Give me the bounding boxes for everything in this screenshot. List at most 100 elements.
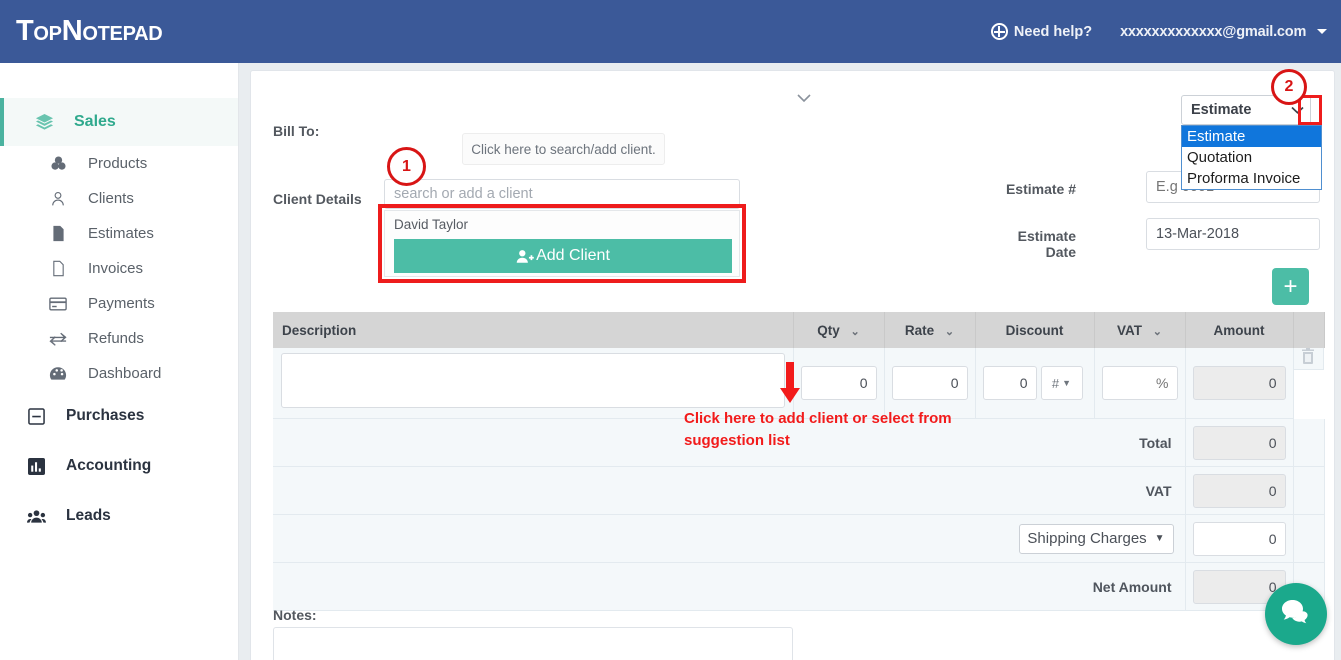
shipping-charges-label: Shipping Charges [1027, 530, 1147, 547]
cell-total-value [1185, 418, 1294, 467]
bill-to-label: Bill To: [273, 123, 320, 139]
estimate-date-input[interactable] [1146, 218, 1320, 250]
discount-input[interactable] [982, 366, 1037, 400]
document-type-options-list[interactable]: Estimate Quotation Proforma Invoice [1181, 125, 1322, 190]
sidebar-item-label: Clients [88, 190, 134, 207]
file-filled-icon [44, 225, 72, 242]
sidebar-item-dashboard[interactable]: Dashboard [0, 356, 238, 391]
discount-type-select[interactable]: # ▼ [1040, 366, 1083, 400]
sidebar-item-payments[interactable]: Payments [0, 286, 238, 321]
sidebar-item-label: Invoices [88, 260, 144, 277]
sidebar-item-estimates[interactable]: Estimates [0, 216, 238, 251]
column-header-vat[interactable]: VAT ⌄ [1094, 312, 1186, 348]
notes-label: Notes: [273, 607, 317, 623]
sidebar-item-leads[interactable]: Leads [0, 491, 238, 541]
file-icon [44, 260, 72, 277]
sidebar-item-label: Sales [74, 113, 116, 130]
help-icon [990, 23, 1008, 40]
notes-textarea[interactable] [273, 627, 793, 660]
cell-delete [1293, 348, 1324, 370]
document-type-value: Estimate [1191, 102, 1252, 118]
app-root: TopNotepad Need help? xxxxxxxxxxxxx@gmai… [0, 0, 1341, 660]
sidebar-item-label: Purchases [66, 407, 145, 424]
shipping-charges-input[interactable] [1192, 521, 1286, 556]
cell-vat-spacer [1293, 466, 1325, 515]
option-estimate[interactable]: Estimate [1182, 126, 1321, 147]
client-details-label: Client Details [273, 191, 362, 207]
chevron-down-icon: ⌄ [1152, 325, 1162, 338]
minus-box-icon [22, 407, 50, 425]
exchange-icon [44, 332, 72, 346]
shipping-charges-select[interactable]: Shipping Charges ▼ [1018, 523, 1174, 554]
option-quotation[interactable]: Quotation [1182, 147, 1321, 168]
chat-widget-button[interactable] [1265, 583, 1327, 645]
client-search-input[interactable] [384, 179, 740, 209]
sidebar-item-purchases[interactable]: Purchases [0, 391, 238, 441]
chat-bubbles-icon [1280, 598, 1312, 631]
gauge-icon [44, 366, 72, 382]
sidebar-item-invoices[interactable]: Invoices [0, 251, 238, 286]
sidebar-item-label: Products [88, 155, 148, 172]
cell-vat [1094, 348, 1186, 419]
user-icon [44, 191, 72, 207]
people-icon [22, 509, 50, 524]
add-line-item-button[interactable]: + [1272, 268, 1309, 305]
totals-row-shipping: Shipping Charges ▼ [273, 514, 1325, 563]
vat-total-label: VAT [273, 466, 1186, 515]
need-help-button[interactable]: Need help? [990, 23, 1093, 40]
header-label: Qty [817, 322, 840, 338]
sidebar-item-label: Estimates [88, 225, 154, 242]
trash-icon[interactable] [1301, 348, 1315, 369]
column-header-qty[interactable]: Qty ⌄ [793, 312, 885, 348]
main-content-area: Bill To: Client Details Click here to se… [239, 63, 1341, 660]
sidebar-item-label: Accounting [66, 457, 152, 474]
chevron-down-icon [1291, 103, 1304, 118]
rate-input[interactable] [891, 366, 968, 400]
discount-group: # ▼ [982, 366, 1087, 400]
totals-row-vat: VAT [273, 466, 1325, 515]
annotation-arrow-down-icon [778, 362, 802, 404]
sidebar-item-label: Payments [88, 295, 155, 312]
sidebar-item-products[interactable]: Products [0, 146, 238, 181]
header-label: VAT [1117, 322, 1142, 338]
column-header-amount: Amount [1185, 312, 1294, 348]
vat-input[interactable] [1101, 366, 1178, 400]
chevron-down-icon [1317, 29, 1327, 35]
header-right-group: Need help? xxxxxxxxxxxxx@gmail.com [990, 23, 1341, 40]
estimate-date-label: Estimate Date [1017, 228, 1076, 260]
collapse-chevron-down-icon[interactable] [797, 91, 811, 103]
sidebar-item-sales[interactable]: Sales [0, 98, 238, 146]
amount-output [1192, 366, 1286, 400]
sidebar-item-refunds[interactable]: Refunds [0, 321, 238, 356]
sidebar: Sales Products Clients Estimates Invoice [0, 63, 239, 660]
add-client-button[interactable]: Add Client [394, 239, 732, 273]
qty-input[interactable] [800, 366, 877, 400]
header-label: Discount [1005, 322, 1064, 338]
sidebar-item-accounting[interactable]: Accounting [0, 441, 238, 491]
chevron-down-icon: ⌄ [850, 325, 860, 338]
add-client-label: Add Client [536, 247, 610, 264]
column-header-description: Description [273, 312, 794, 348]
header-label: Rate [904, 322, 935, 338]
app-logo[interactable]: TopNotepad [0, 15, 163, 48]
chevron-down-icon: ⌄ [944, 325, 955, 338]
need-help-label: Need help? [1013, 23, 1093, 40]
annotation-badge-2: 2 [1271, 69, 1307, 105]
cubes-icon [44, 155, 72, 172]
caret-down-icon: ▼ [1062, 378, 1072, 388]
option-proforma-invoice[interactable]: Proforma Invoice [1182, 168, 1321, 189]
caret-down-icon: ▼ [1154, 533, 1165, 544]
total-output [1192, 425, 1286, 460]
sidebar-item-clients[interactable]: Clients [0, 181, 238, 216]
cell-shipping-value [1185, 514, 1294, 563]
user-account-menu[interactable]: xxxxxxxxxxxxx@gmail.com [1120, 24, 1327, 40]
description-input[interactable] [281, 353, 785, 408]
cell-amount [1185, 348, 1294, 419]
sidebar-item-label: Refunds [88, 330, 144, 347]
suggestion-item-david-taylor[interactable]: David Taylor [385, 211, 739, 238]
column-header-rate[interactable]: Rate ⌄ [884, 312, 976, 348]
cell-shipping-label: Shipping Charges ▼ [273, 514, 1186, 563]
cell-total-spacer [1293, 418, 1325, 467]
header-label: Description [282, 322, 357, 338]
column-header-discount: Discount [975, 312, 1095, 348]
